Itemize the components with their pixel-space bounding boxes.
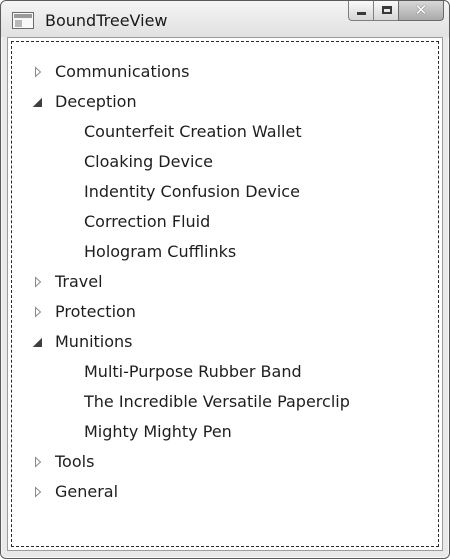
tree-child-item[interactable]: Counterfeit Creation Wallet: [12, 117, 438, 147]
close-button[interactable]: ✕: [398, 1, 444, 21]
collapsed-arrow-icon[interactable]: [33, 276, 43, 288]
tree-child-item[interactable]: Hologram Cufflinks: [12, 237, 438, 267]
tree-view[interactable]: Communications Deception Counterfeit Creat…: [11, 41, 439, 547]
expanded-arrow-icon[interactable]: [33, 96, 43, 108]
tree-child-item[interactable]: Mighty Mighty Pen: [12, 417, 438, 447]
tree-child-item-label[interactable]: Counterfeit Creation Wallet: [84, 117, 302, 147]
tree-item[interactable]: Deception: [12, 87, 438, 117]
maximize-icon: [382, 6, 392, 14]
window-client-area: Communications Deception Counterfeit Creat…: [7, 37, 443, 551]
minimize-icon: [357, 12, 366, 15]
main-window: BoundTreeView ✕ Communications Deception C…: [0, 0, 450, 559]
caption-buttons: ✕: [348, 1, 444, 23]
tree-child-item-label[interactable]: Hologram Cufflinks: [84, 237, 236, 267]
collapsed-arrow-icon[interactable]: [33, 456, 43, 468]
collapsed-arrow-icon[interactable]: [33, 66, 43, 78]
close-icon: ✕: [414, 1, 428, 19]
tree-child-item[interactable]: Correction Fluid: [12, 207, 438, 237]
tree-child-item-label[interactable]: Cloaking Device: [84, 147, 213, 177]
tree-item-label[interactable]: General: [55, 477, 118, 507]
window-title: BoundTreeView: [45, 11, 168, 30]
tree-item-label[interactable]: Communications: [55, 57, 189, 87]
tree-child-item-label[interactable]: Indentity Confusion Device: [84, 177, 300, 207]
tree-item-label[interactable]: Tools: [55, 447, 94, 477]
title-bar[interactable]: BoundTreeView ✕: [1, 1, 449, 37]
tree-item[interactable]: Tools: [12, 447, 438, 477]
window-app-icon[interactable]: [12, 12, 34, 29]
tree-item-label[interactable]: Protection: [55, 297, 136, 327]
tree-item[interactable]: Communications: [12, 57, 438, 87]
tree-child-item-label[interactable]: Mighty Mighty Pen: [84, 417, 232, 447]
tree-child-item[interactable]: The Incredible Versatile Paperclip: [12, 387, 438, 417]
maximize-button[interactable]: [373, 1, 399, 21]
minimize-button[interactable]: [348, 1, 374, 21]
tree-child-item[interactable]: Indentity Confusion Device: [12, 177, 438, 207]
tree-child-item[interactable]: Multi-Purpose Rubber Band: [12, 357, 438, 387]
tree-item[interactable]: Protection: [12, 297, 438, 327]
tree-item-label[interactable]: Travel: [55, 267, 103, 297]
tree-item[interactable]: Travel: [12, 267, 438, 297]
tree-child-item[interactable]: Cloaking Device: [12, 147, 438, 177]
tree-item-label[interactable]: Deception: [55, 87, 137, 117]
tree-item[interactable]: General: [12, 477, 438, 507]
tree-child-item-label[interactable]: Correction Fluid: [84, 207, 210, 237]
collapsed-arrow-icon[interactable]: [33, 486, 43, 498]
tree-item[interactable]: Munitions: [12, 327, 438, 357]
collapsed-arrow-icon[interactable]: [33, 306, 43, 318]
tree-child-item-label[interactable]: Multi-Purpose Rubber Band: [84, 357, 302, 387]
expanded-arrow-icon[interactable]: [33, 336, 43, 348]
tree-child-item-label[interactable]: The Incredible Versatile Paperclip: [84, 387, 350, 417]
tree-item-label[interactable]: Munitions: [55, 327, 133, 357]
